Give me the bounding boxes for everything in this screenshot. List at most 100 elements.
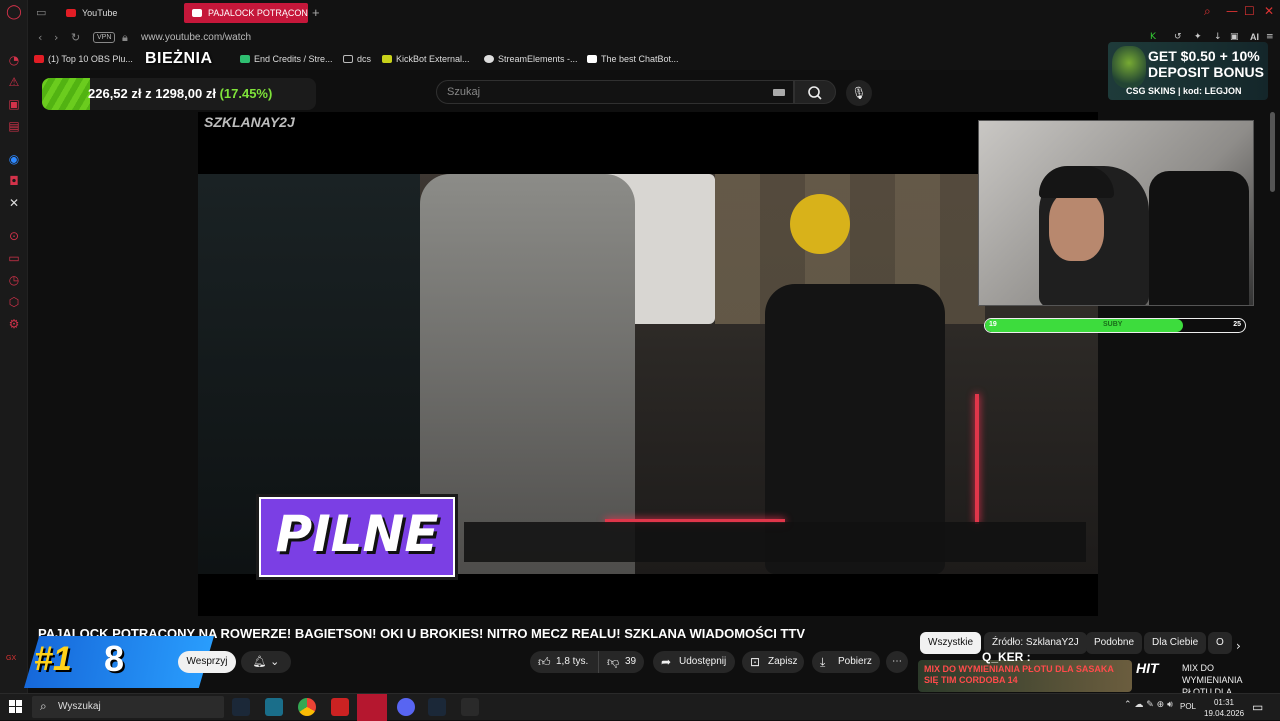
ext-history-icon[interactable]: ↺ <box>1174 32 1182 42</box>
taskbar-search-input[interactable]: Wyszukaj <box>58 701 101 712</box>
breaking-news-badge: PILNE <box>256 494 458 580</box>
address-bar: ‹ › ↻ VPN 🔒︎ www.youtube.com/watch <box>28 26 1280 50</box>
breaking-news-text: PILNE <box>275 505 439 563</box>
voice-search-button[interactable]: 🎙︎ <box>846 80 872 106</box>
extensions-icon[interactable]: ⬡ <box>6 294 22 310</box>
close-icon[interactable]: ✕ <box>1264 4 1274 18</box>
webcam-cap <box>1039 166 1114 198</box>
page-scrollbar[interactable] <box>1270 112 1275 192</box>
bookmark-item[interactable]: The best ChatBot... <box>587 54 679 64</box>
mic-icon: 🎙︎ <box>851 86 867 100</box>
notifications-button[interactable]: 🔔︎ ⌄ <box>241 651 291 673</box>
ai-icon[interactable]: AI <box>1250 32 1259 42</box>
keyboard-icon[interactable] <box>773 89 785 96</box>
chip-all[interactable]: Wszystkie <box>920 632 981 654</box>
maximize-icon[interactable]: ☐ <box>1244 4 1255 18</box>
x-icon[interactable]: ✕ <box>6 195 22 211</box>
ext-puzzle-icon[interactable]: ✦ <box>1194 32 1202 42</box>
mail-icon[interactable]: ▤ <box>6 118 22 134</box>
donation-goal-fill <box>42 78 90 110</box>
url-field[interactable]: www.youtube.com/watch <box>141 32 251 43</box>
search-tabs-icon[interactable]: ⌕ <box>1204 4 1211 19</box>
epic-games-icon[interactable] <box>461 698 479 716</box>
share-button[interactable]: ➦ Udostępnij <box>653 651 735 673</box>
aria-icon[interactable]: ◔ <box>6 52 22 68</box>
chrome-icon[interactable] <box>298 698 316 716</box>
webcam-chair <box>1149 171 1249 305</box>
chevron-right-icon[interactable]: › <box>1236 639 1241 653</box>
search-button[interactable] <box>794 80 836 104</box>
donation-goal-bar: 226,52 zł z 1298,00 zł (17.45%) <box>42 78 316 110</box>
download-icon[interactable]: ↓ <box>1214 32 1222 42</box>
dislike-button[interactable]: 👎︎ 39 <box>598 651 644 673</box>
bell-icon: 🔔︎ ⌄ <box>252 655 280 668</box>
messenger-icon[interactable]: ◉ <box>6 151 22 167</box>
ext-camera-icon[interactable]: ▣ <box>1230 32 1239 42</box>
taskbar-search[interactable]: ⌕ Wyszukaj <box>32 696 224 718</box>
sub-goal-fill <box>985 319 1183 332</box>
recommended-video[interactable]: MIX DO WYMIENIANIA PŁOTU DLA SASAKA SIĘ … <box>918 650 1258 697</box>
clock[interactable]: 01:31 19.04.2026 <box>1204 697 1244 719</box>
support-button[interactable]: Wesprzyj <box>178 651 236 673</box>
menu-icon[interactable]: ≡ <box>1266 32 1274 42</box>
system-tray-icons[interactable]: ⌃ ☁ ✎ ⊕ 🔊︎ <box>1124 700 1173 710</box>
chip-related[interactable]: Podobne <box>1086 632 1143 654</box>
like-button[interactable]: 👍︎ 1,8 tys. <box>530 651 598 673</box>
tab-bar: ▭ YouTube PAJALOCK POTRĄCON + ⌕ — ☐ ✕ <box>28 0 1280 26</box>
tab-active-video[interactable]: PAJALOCK POTRĄCON <box>184 3 308 23</box>
more-icon: ⋯ <box>892 656 902 667</box>
wallet-icon[interactable]: ▣ <box>6 96 22 112</box>
recommended-thumbnail[interactable]: MIX DO WYMIENIANIA PŁOTU DLA SASAKA SIĘ … <box>918 660 1132 692</box>
history-icon[interactable]: ◷ <box>6 272 22 288</box>
chip-for-you[interactable]: Dla Ciebie <box>1144 632 1207 654</box>
discord-icon[interactable] <box>397 698 415 716</box>
steam-icon[interactable] <box>428 698 446 716</box>
settings-icon[interactable]: ⚙ <box>6 316 22 332</box>
share-icon: ➦ <box>661 655 672 669</box>
ad-line: GET $0.50 + 10% <box>1148 48 1260 64</box>
rank-number: #1 <box>34 640 72 678</box>
rank-value: 8 <box>104 638 125 679</box>
bookmark-item[interactable]: KickBot External... <box>382 54 470 64</box>
download-button[interactable]: ⤓ Pobierz <box>812 651 880 673</box>
bookmarks-bar: (1) Top 10 OBS Plu... End Credits / Stre… <box>28 50 1280 70</box>
save-button[interactable]: ⊡ Zapisz <box>742 651 804 673</box>
player-icon[interactable]: ⊙ <box>6 228 22 244</box>
sub-goal-current: 19 <box>989 321 997 328</box>
youtube-favicon-icon <box>66 9 76 17</box>
windows-start-icon[interactable] <box>9 700 23 714</box>
sponsor-ad: GET $0.50 + 10% DEPOSIT BONUS CSG SKINS … <box>1108 42 1268 100</box>
bookmark-favicon-icon <box>587 55 597 63</box>
bookmark-favicon-icon <box>240 55 250 63</box>
minimize-icon[interactable]: — <box>1226 4 1238 18</box>
opera-gx-icon[interactable] <box>357 694 387 721</box>
bookmark-item[interactable]: StreamElements -... <box>484 54 578 64</box>
new-tab-button[interactable]: + <box>312 3 326 23</box>
tabs-icon[interactable]: ▭ <box>6 250 22 266</box>
notifications-icon[interactable]: ▭ <box>1252 700 1263 714</box>
kick-icon[interactable]: K <box>1150 32 1156 42</box>
search-icon: ⌕ <box>40 699 47 713</box>
app-icon[interactable] <box>265 698 283 716</box>
tab-menu-icon[interactable]: ▭ <box>36 6 46 19</box>
search-box[interactable]: Szukaj <box>436 80 794 104</box>
bookmark-folder[interactable]: dcs <box>343 54 371 64</box>
bookmark-item[interactable]: (1) Top 10 OBS Plu... <box>34 54 133 64</box>
bookmark-item[interactable]: End Credits / Stre... <box>240 54 333 64</box>
back-icon[interactable]: ‹ <box>38 31 42 44</box>
language-indicator[interactable]: POL <box>1180 702 1196 711</box>
webcam-face <box>1049 191 1104 261</box>
vpn-badge[interactable]: VPN <box>93 32 116 43</box>
search-input[interactable]: Szukaj <box>447 86 480 98</box>
steam-icon[interactable] <box>232 698 250 716</box>
reload-icon[interactable]: ↻ <box>71 31 80 44</box>
opera-logo-icon[interactable]: ◯ <box>6 4 22 20</box>
voicemeeter-icon[interactable] <box>331 698 349 716</box>
ad-line: DEPOSIT BONUS <box>1148 64 1264 80</box>
flow-icon[interactable]: ⚠ <box>6 74 22 90</box>
more-actions-button[interactable]: ⋯ <box>886 651 908 673</box>
chip-more[interactable]: O <box>1208 632 1232 654</box>
instagram-icon[interactable]: ◘ <box>6 173 22 189</box>
sub-goal-bar: 19 SUBY 25 <box>984 318 1246 333</box>
forward-icon[interactable]: › <box>54 31 58 44</box>
